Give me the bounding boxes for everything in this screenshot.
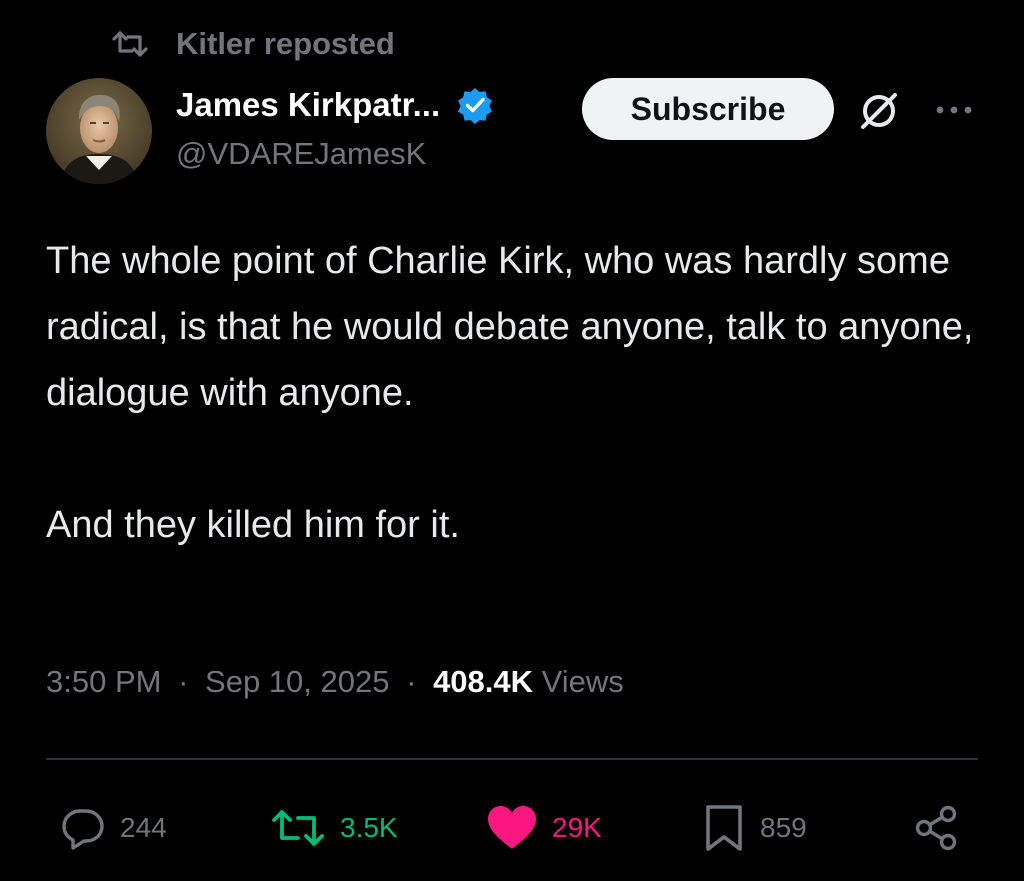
more-dots-icon[interactable] xyxy=(930,90,978,130)
heart-icon xyxy=(488,806,536,849)
meta-separator: · xyxy=(406,664,417,699)
author-name-row[interactable]: James Kirkpatr... xyxy=(176,82,494,128)
views-label: Views xyxy=(541,664,624,699)
views-count[interactable]: 408.4K xyxy=(433,664,533,699)
share-icon xyxy=(915,805,957,851)
bookmark-count: 859 xyxy=(760,812,807,843)
share-button[interactable] xyxy=(912,790,960,866)
repost-icon xyxy=(272,810,324,846)
meta-separator: · xyxy=(178,664,189,699)
reply-icon xyxy=(62,809,104,850)
like-button[interactable]: 29K xyxy=(486,790,602,866)
repost-text: Kitler reposted xyxy=(176,26,395,61)
grok-icon[interactable] xyxy=(854,86,904,136)
tweet-meta: 3:50 PM · Sep 10, 2025 · 408.4K Views xyxy=(46,664,624,700)
bookmark-icon xyxy=(706,805,742,851)
engagement-bar: 244 3.5K 29K 859 xyxy=(46,790,978,866)
verified-badge-icon xyxy=(456,86,494,124)
like-count: 29K xyxy=(552,812,602,843)
tweet-date[interactable]: Sep 10, 2025 xyxy=(205,664,389,699)
tweet-paragraph: And they killed him for it. xyxy=(46,504,460,546)
subscribe-button[interactable]: Subscribe xyxy=(582,78,834,140)
repost-icon xyxy=(110,29,150,59)
display-name: James Kirkpatr... xyxy=(176,86,441,123)
reply-button[interactable]: 244 xyxy=(60,790,167,866)
repost-button[interactable]: 3.5K xyxy=(270,790,398,866)
author-handle[interactable]: @VDAREJamesK xyxy=(176,136,426,172)
portrait-avatar xyxy=(46,78,152,184)
reply-count: 244 xyxy=(120,812,167,843)
divider xyxy=(46,758,978,760)
bookmark-button[interactable]: 859 xyxy=(702,790,807,866)
repost-count: 3.5K xyxy=(340,812,398,843)
tweet-text: The whole point of Charlie Kirk, who was… xyxy=(46,228,996,558)
avatar[interactable] xyxy=(46,78,152,184)
repost-indicator[interactable]: Kitler reposted xyxy=(110,24,395,64)
tweet-paragraph: The whole point of Charlie Kirk, who was… xyxy=(46,240,974,414)
tweet-time[interactable]: 3:50 PM xyxy=(46,664,161,699)
